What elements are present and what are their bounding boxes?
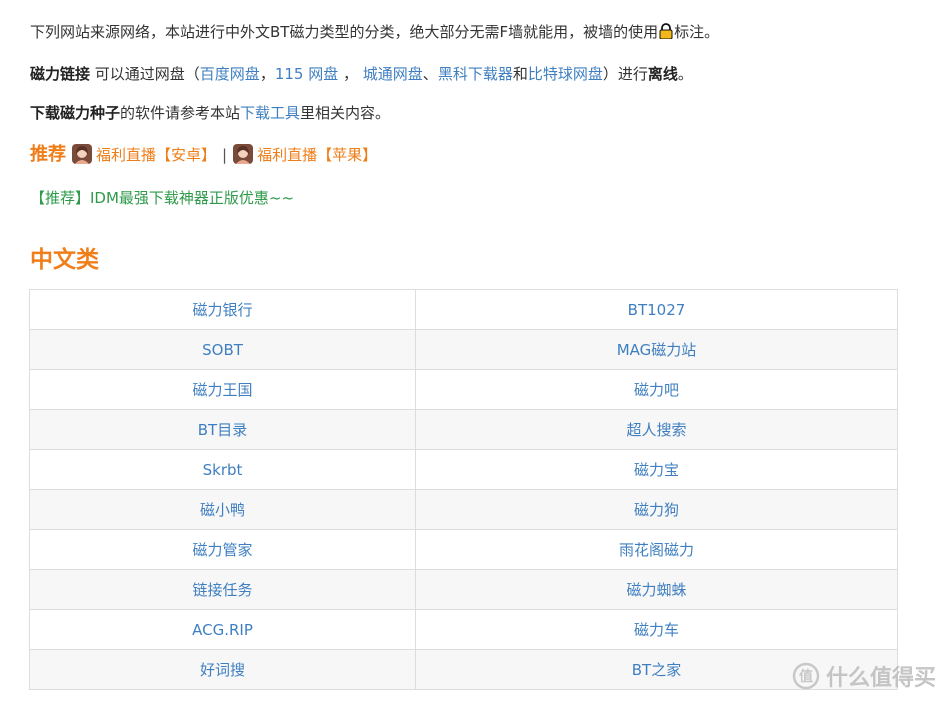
table-cell: 磁力吧 xyxy=(415,369,898,410)
table-cell: 好词搜 xyxy=(29,649,416,690)
table-row: BT目录 超人搜索 xyxy=(29,409,898,450)
site-link[interactable]: 磁力银行 xyxy=(192,301,252,319)
table-row: 磁力银行 BT1027 xyxy=(29,289,898,330)
live-android-link[interactable]: 福利直播【安卓】 xyxy=(96,146,216,164)
live-ios-link[interactable]: 福利直播【苹果】 xyxy=(257,146,377,164)
site-link[interactable]: BT目录 xyxy=(198,421,247,439)
table-cell: 磁力蜘蛛 xyxy=(415,569,898,610)
idm-promo-link[interactable]: 【推荐】IDM最强下载神器正版优惠~~ xyxy=(30,189,294,207)
offline-label: 离线 xyxy=(647,65,678,83)
lock-icon xyxy=(659,22,673,40)
table-cell: BT目录 xyxy=(29,409,416,450)
avatar xyxy=(233,144,254,164)
section-title: 中文类 xyxy=(30,247,99,273)
chengtong-pan-link[interactable]: 城通网盘 xyxy=(363,65,423,83)
recommend-title: 推荐 xyxy=(30,144,66,165)
site-link[interactable]: SOBT xyxy=(202,341,243,359)
recommend-row: 推荐 福利直播【安卓】 | 福利直播【苹果】 xyxy=(30,143,377,167)
site-link[interactable]: ACG.RIP xyxy=(192,621,253,639)
table-row: 磁力王国 磁力吧 xyxy=(29,369,898,410)
download-text-end: 里相关内容。 xyxy=(300,104,391,122)
table-row: 好词搜 BT之家 xyxy=(29,649,898,690)
table-cell: SOBT xyxy=(29,329,416,370)
table-cell: 磁小鸭 xyxy=(29,489,416,530)
table-cell: 磁力车 xyxy=(415,609,898,650)
download-label: 下载磁力种子 xyxy=(30,104,121,122)
site-link[interactable]: 磁力狗 xyxy=(634,501,679,519)
site-link[interactable]: 磁力宝 xyxy=(634,461,679,479)
table-row: 链接任务 磁力蜘蛛 xyxy=(29,569,898,610)
svg-text:值: 值 xyxy=(799,668,813,685)
table-cell: 链接任务 xyxy=(29,569,416,610)
site-link[interactable]: 磁力蜘蛛 xyxy=(626,581,686,599)
table-cell: 磁力管家 xyxy=(29,529,416,570)
table-row: 磁小鸭 磁力狗 xyxy=(29,489,898,530)
promo-paragraph: 【推荐】IDM最强下载神器正版优惠~~ xyxy=(30,186,294,210)
table-cell: 磁力宝 xyxy=(415,449,898,490)
table-cell: 超人搜索 xyxy=(415,409,898,450)
table-row: ACG.RIP 磁力车 xyxy=(29,609,898,650)
site-link[interactable]: 超人搜索 xyxy=(626,421,686,439)
magnet-label: 磁力链接 xyxy=(30,65,91,83)
intro-paragraph: 下列网站来源网络，本站进行中外文BT磁力类型的分类，绝大部分无需F墙就能用，被墙… xyxy=(30,20,719,44)
magnet-sep: 和 xyxy=(512,65,528,83)
bitball-pan-link[interactable]: 比特球网盘 xyxy=(528,65,603,83)
site-link[interactable]: 好词搜 xyxy=(200,661,245,679)
site-link[interactable]: 磁力管家 xyxy=(192,541,252,559)
download-tools-link[interactable]: 下载工具 xyxy=(240,104,300,122)
table-cell: ACG.RIP xyxy=(29,609,416,650)
watermark-text: 什么值得买 xyxy=(825,666,936,691)
baidu-pan-link[interactable]: 百度网盘 xyxy=(200,65,260,83)
magnet-sep: 、 xyxy=(422,65,438,83)
magnet-sep: ， xyxy=(259,65,275,83)
magnet-text: 可以通过网盘（ xyxy=(90,65,200,83)
table-cell: 磁力王国 xyxy=(29,369,416,410)
recommend-separator: | xyxy=(222,146,228,164)
magnet-end: 。 xyxy=(677,65,693,83)
table-row: Skrbt 磁力宝 xyxy=(29,449,898,490)
table-row: 磁力管家 雨花阁磁力 xyxy=(29,529,898,570)
table-cell: BT1027 xyxy=(415,289,898,330)
table-cell: 磁力银行 xyxy=(29,289,416,330)
table-cell: Skrbt xyxy=(29,449,416,490)
table-cell: 雨花阁磁力 xyxy=(415,529,898,570)
magnet-paragraph: 磁力链接 可以通过网盘（百度网盘，115 网盘 ， 城通网盘、黑科下载器和比特球… xyxy=(30,62,693,86)
watermark: 值 什么值得买 xyxy=(792,660,936,692)
table-row: SOBT MAG磁力站 xyxy=(29,329,898,370)
site-link[interactable]: 磁力王国 xyxy=(192,381,252,399)
site-table: 磁力银行 BT1027 SOBT MAG磁力站磁力王国 磁力吧 BT目录 超人搜索 Skrbt… xyxy=(29,289,898,690)
magnet-sep: ， xyxy=(338,65,363,83)
table-cell: 磁力狗 xyxy=(415,489,898,530)
site-link[interactable]: 雨花阁磁力 xyxy=(619,541,694,559)
site-link[interactable]: MAG磁力站 xyxy=(617,341,697,359)
heike-downloader-link[interactable]: 黑科下载器 xyxy=(438,65,513,83)
site-link[interactable]: 链接任务 xyxy=(192,581,252,599)
download-text: 的软件请参考本站 xyxy=(120,104,241,122)
site-link[interactable]: 磁小鸭 xyxy=(200,501,245,519)
table-cell: MAG磁力站 xyxy=(415,329,898,370)
site-link[interactable]: Skrbt xyxy=(203,461,243,479)
intro-text-end: 标注。 xyxy=(674,23,720,41)
avatar xyxy=(72,144,92,164)
site-link[interactable]: 磁力车 xyxy=(634,621,679,639)
site-link[interactable]: 磁力吧 xyxy=(634,381,679,399)
magnet-text: ）进行 xyxy=(602,65,648,83)
site-link[interactable]: BT1027 xyxy=(628,301,686,319)
site-link[interactable]: BT之家 xyxy=(632,661,681,679)
zhi-logo-icon: 值 xyxy=(792,662,820,690)
115-pan-link[interactable]: 115 网盘 xyxy=(275,65,338,83)
intro-text: 下列网站来源网络，本站进行中外文BT磁力类型的分类，绝大部分无需F墙就能用，被墙… xyxy=(30,23,659,41)
download-paragraph: 下载磁力种子的软件请参考本站下载工具里相关内容。 xyxy=(30,101,390,125)
